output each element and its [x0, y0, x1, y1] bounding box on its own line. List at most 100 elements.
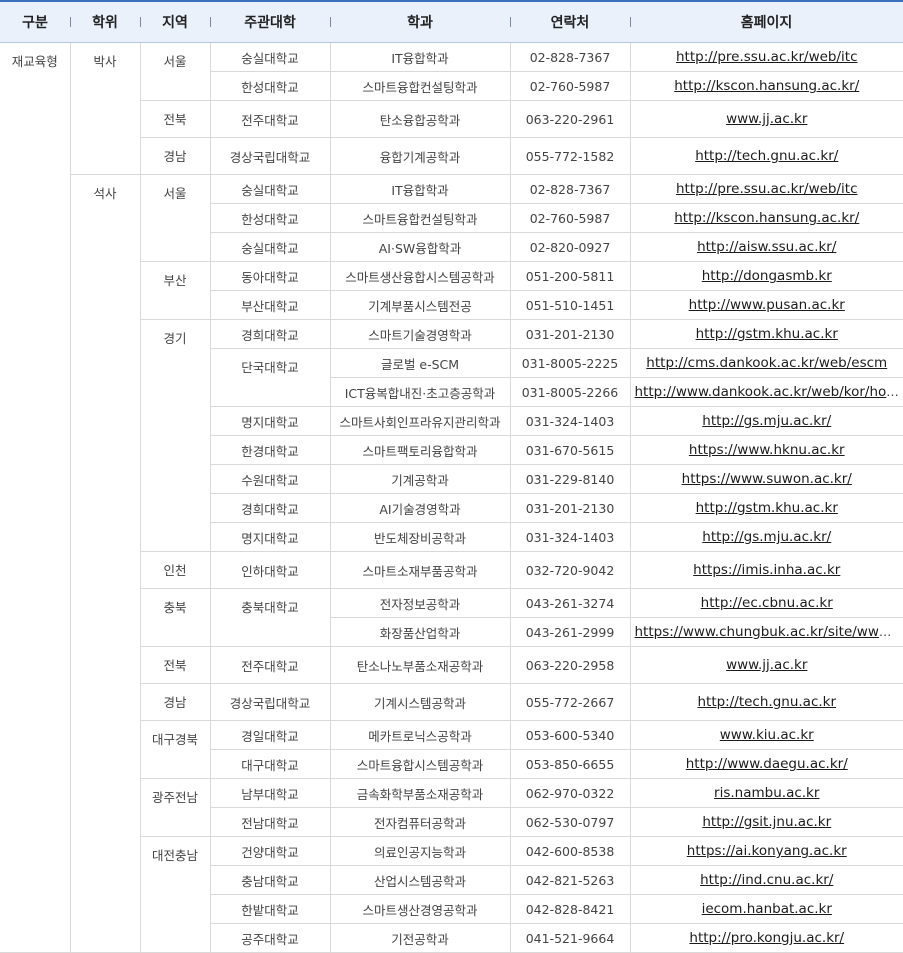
contact-cell: 042-821-5263	[510, 866, 630, 895]
program-table: 구분 학위 지역 주관대학 학과 연락처 홈페이지 재교육형박사서울숭실대학교I…	[0, 0, 903, 953]
contact-cell: 02-820-0927	[510, 233, 630, 262]
homepage-cell: http://gsit.jnu.ac.kr	[630, 808, 903, 837]
department-cell: 메카트로닉스공학과	[330, 721, 510, 750]
homepage-link[interactable]: http://pro.kongju.ac.kr/	[689, 930, 844, 946]
col-homepage: 홈페이지	[630, 1, 903, 43]
department-cell: 산업시스템공학과	[330, 866, 510, 895]
col-department: 학과	[330, 1, 510, 43]
region-cell: 인천	[140, 552, 210, 589]
homepage-link[interactable]: https://www.chungbuk.ac.kr/site/www/…	[635, 624, 903, 640]
contact-cell: 043-261-2999	[510, 618, 630, 647]
contact-cell: 02-760-5987	[510, 204, 630, 233]
university-cell: 명지대학교	[210, 523, 330, 552]
homepage-link[interactable]: http://ec.cbnu.ac.kr	[701, 595, 833, 611]
region-cell: 광주전남	[140, 779, 210, 837]
col-contact: 연락처	[510, 1, 630, 43]
university-cell: 경일대학교	[210, 721, 330, 750]
university-cell: 한성대학교	[210, 204, 330, 233]
col-degree: 학위	[70, 1, 140, 43]
homepage-cell: http://ind.cnu.ac.kr/	[630, 866, 903, 895]
homepage-link[interactable]: www.jj.ac.kr	[726, 657, 807, 673]
university-cell: 숭실대학교	[210, 43, 330, 72]
homepage-link[interactable]: http://aisw.ssu.ac.kr/	[697, 239, 836, 255]
region-cell: 대전충남	[140, 837, 210, 953]
homepage-link[interactable]: http://tech.gnu.ac.kr/	[695, 148, 838, 164]
department-cell: 스마트생산융합시스템공학과	[330, 262, 510, 291]
contact-cell: 042-600-8538	[510, 837, 630, 866]
homepage-cell: http://tech.gnu.ac.kr	[630, 684, 903, 721]
homepage-cell: https://www.suwon.ac.kr/	[630, 465, 903, 494]
contact-cell: 055-772-1582	[510, 138, 630, 175]
homepage-cell: http://pre.ssu.ac.kr/web/itc	[630, 175, 903, 204]
homepage-link[interactable]: http://cms.dankook.ac.kr/web/escm	[646, 355, 887, 371]
homepage-cell: http://www.pusan.ac.kr	[630, 291, 903, 320]
homepage-link[interactable]: www.jj.ac.kr	[726, 111, 807, 127]
homepage-link[interactable]: http://pre.ssu.ac.kr/web/itc	[676, 181, 858, 197]
university-cell: 충남대학교	[210, 866, 330, 895]
homepage-link[interactable]: http://gs.mju.ac.kr/	[702, 413, 831, 429]
homepage-link[interactable]: https://ai.konyang.ac.kr	[687, 843, 847, 859]
homepage-link[interactable]: http://gs.mju.ac.kr/	[702, 529, 831, 545]
homepage-link[interactable]: http://tech.gnu.ac.kr	[697, 694, 836, 710]
university-cell: 동아대학교	[210, 262, 330, 291]
university-cell: 대구대학교	[210, 750, 330, 779]
homepage-link[interactable]: ris.nambu.ac.kr	[714, 785, 819, 801]
contact-cell: 051-200-5811	[510, 262, 630, 291]
university-cell: 전남대학교	[210, 808, 330, 837]
homepage-cell: http://aisw.ssu.ac.kr/	[630, 233, 903, 262]
department-cell: 탄소융합공학과	[330, 101, 510, 138]
homepage-link[interactable]: http://gstm.khu.ac.kr	[696, 326, 838, 342]
university-cell: 충북대학교	[210, 589, 330, 647]
contact-cell: 042-828-8421	[510, 895, 630, 924]
col-region: 지역	[140, 1, 210, 43]
department-cell: 의료인공지능학과	[330, 837, 510, 866]
university-cell: 한밭대학교	[210, 895, 330, 924]
homepage-link[interactable]: http://www.daegu.ac.kr/	[686, 756, 848, 772]
degree-cell: 박사	[70, 43, 140, 175]
homepage-link[interactable]: http://gsit.jnu.ac.kr	[702, 814, 831, 830]
university-cell: 한성대학교	[210, 72, 330, 101]
homepage-link[interactable]: http://kscon.hansung.ac.kr/	[674, 210, 859, 226]
university-cell: 부산대학교	[210, 291, 330, 320]
university-cell: 전주대학교	[210, 647, 330, 684]
department-cell: 스마트기술경영학과	[330, 320, 510, 349]
homepage-link[interactable]: http://gstm.khu.ac.kr	[696, 500, 838, 516]
homepage-link[interactable]: www.kiu.ac.kr	[720, 727, 814, 743]
homepage-cell: www.jj.ac.kr	[630, 647, 903, 684]
department-cell: 기계시스템공학과	[330, 684, 510, 721]
department-cell: 스마트융합시스템공학과	[330, 750, 510, 779]
homepage-link[interactable]: http://pre.ssu.ac.kr/web/itc	[676, 49, 858, 65]
department-cell: 전자컴퓨터공학과	[330, 808, 510, 837]
department-cell: 기계부품시스템전공	[330, 291, 510, 320]
homepage-link[interactable]: https://www.suwon.ac.kr/	[682, 471, 852, 487]
homepage-cell: https://imis.inha.ac.kr	[630, 552, 903, 589]
homepage-cell: http://cms.dankook.ac.kr/web/escm	[630, 349, 903, 378]
department-cell: IT융합학과	[330, 43, 510, 72]
col-university: 주관대학	[210, 1, 330, 43]
homepage-link[interactable]: iecom.hanbat.ac.kr	[702, 901, 832, 917]
region-cell: 대구경북	[140, 721, 210, 779]
contact-cell: 031-324-1403	[510, 407, 630, 436]
university-cell: 수원대학교	[210, 465, 330, 494]
homepage-link[interactable]: https://www.hknu.ac.kr	[689, 442, 845, 458]
homepage-link[interactable]: http://ind.cnu.ac.kr/	[700, 872, 833, 888]
department-cell: AI·SW융합학과	[330, 233, 510, 262]
homepage-link[interactable]: http://www.dankook.ac.kr/web/kor/hom…	[635, 384, 903, 400]
university-cell: 인하대학교	[210, 552, 330, 589]
university-cell: 숭실대학교	[210, 175, 330, 204]
region-cell: 서울	[140, 175, 210, 262]
region-cell: 경남	[140, 138, 210, 175]
homepage-link[interactable]: http://www.pusan.ac.kr	[689, 297, 845, 313]
contact-cell: 062-530-0797	[510, 808, 630, 837]
region-cell: 전북	[140, 647, 210, 684]
homepage-cell: http://tech.gnu.ac.kr/	[630, 138, 903, 175]
homepage-link[interactable]: https://imis.inha.ac.kr	[693, 562, 840, 578]
homepage-cell: http://ec.cbnu.ac.kr	[630, 589, 903, 618]
homepage-link[interactable]: http://dongasmb.kr	[702, 268, 832, 284]
contact-cell: 053-850-6655	[510, 750, 630, 779]
department-cell: IT융합학과	[330, 175, 510, 204]
homepage-link[interactable]: http://kscon.hansung.ac.kr/	[674, 78, 859, 94]
department-cell: 스마트융합컨설팅학과	[330, 72, 510, 101]
homepage-cell: http://pre.ssu.ac.kr/web/itc	[630, 43, 903, 72]
contact-cell: 053-600-5340	[510, 721, 630, 750]
